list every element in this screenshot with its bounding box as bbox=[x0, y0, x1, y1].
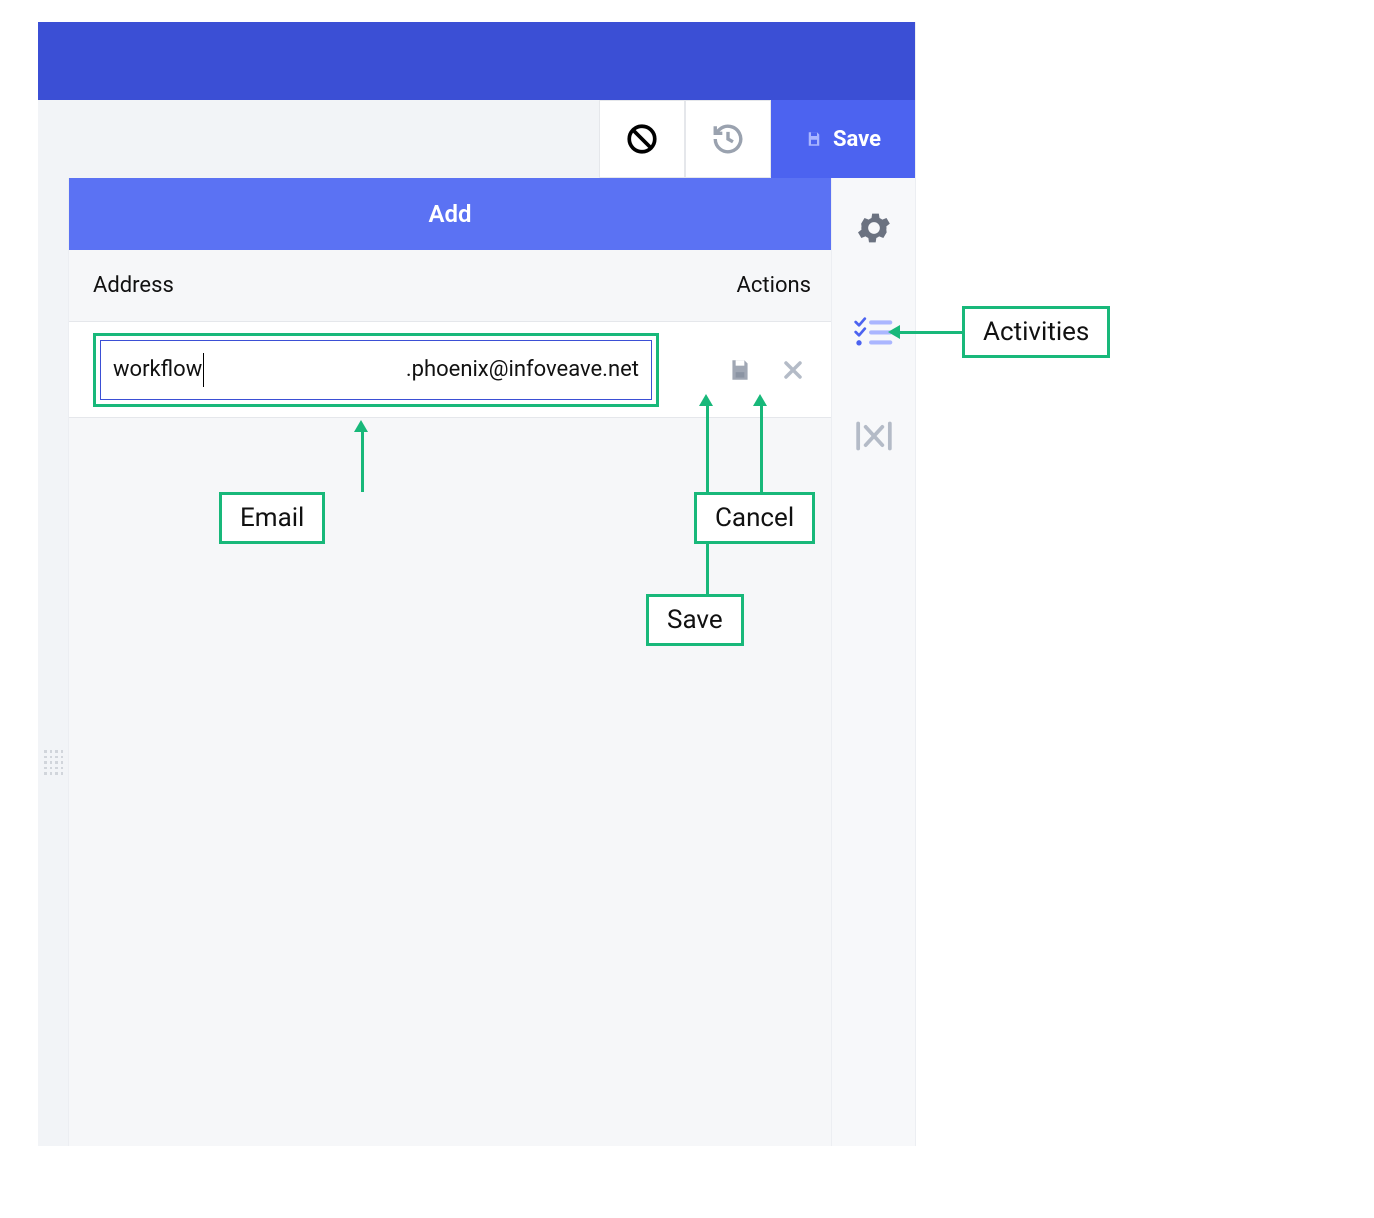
email-suffix: .phoenix@infoveave.net bbox=[406, 357, 639, 382]
rail-abs-button[interactable] bbox=[854, 416, 894, 456]
grid-row: workflow .phoenix@infoveave.net bbox=[69, 322, 831, 418]
callout-arrow bbox=[898, 331, 962, 334]
save-button[interactable]: Save bbox=[771, 100, 915, 178]
right-rail bbox=[831, 178, 915, 1146]
panel-header-label: Add bbox=[428, 200, 471, 228]
rail-settings-button[interactable] bbox=[854, 208, 894, 248]
row-cancel-icon[interactable] bbox=[781, 358, 805, 382]
column-actions: Actions bbox=[671, 273, 811, 298]
callout-arrow bbox=[760, 404, 763, 492]
email-callout-outline: workflow .phoenix@infoveave.net bbox=[93, 333, 659, 407]
drag-handle-icon[interactable] bbox=[44, 750, 60, 775]
callout-arrowhead bbox=[753, 394, 767, 406]
text-caret bbox=[203, 353, 204, 387]
block-button[interactable] bbox=[599, 100, 685, 178]
app-top-bar bbox=[38, 22, 915, 100]
callout-arrowhead bbox=[888, 325, 900, 339]
grid-header: Address Actions bbox=[69, 250, 831, 322]
callout-arrowhead bbox=[699, 394, 713, 406]
content-row: Add Address Actions workflow .phoenix@in… bbox=[38, 178, 915, 1146]
app-frame: Save Add Address Actions bbox=[38, 22, 916, 1146]
history-button[interactable] bbox=[685, 100, 771, 178]
email-prefix: workflow bbox=[113, 357, 202, 382]
save-icon bbox=[805, 130, 823, 148]
callout-cancel: Cancel bbox=[694, 492, 815, 544]
page-toolbar: Save bbox=[38, 100, 915, 178]
main-panel: Add Address Actions workflow .phoenix@in… bbox=[68, 178, 831, 1146]
email-input[interactable]: workflow .phoenix@infoveave.net bbox=[100, 340, 652, 400]
callout-activities: Activities bbox=[962, 306, 1110, 358]
left-gutter bbox=[38, 178, 68, 1146]
history-icon bbox=[711, 122, 745, 156]
row-actions bbox=[671, 357, 811, 383]
gear-icon bbox=[854, 208, 894, 248]
callout-arrow bbox=[361, 430, 364, 492]
panel-header: Add bbox=[69, 178, 831, 250]
callout-save: Save bbox=[646, 594, 744, 646]
callout-arrowhead bbox=[354, 420, 368, 432]
row-save-icon[interactable] bbox=[727, 357, 753, 383]
column-address: Address bbox=[93, 273, 671, 298]
block-icon bbox=[625, 122, 659, 156]
abs-icon bbox=[854, 419, 894, 453]
callout-email: Email bbox=[219, 492, 325, 544]
save-button-label: Save bbox=[833, 127, 881, 152]
